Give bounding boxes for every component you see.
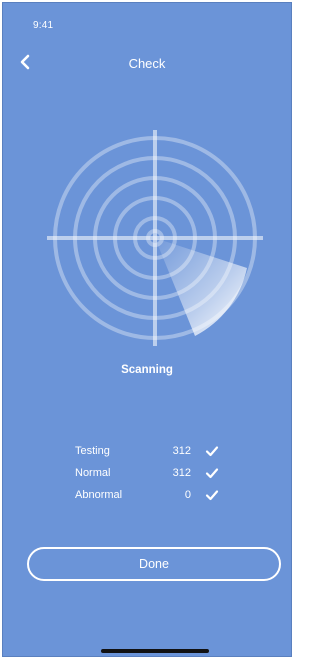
scan-status-label: Scanning bbox=[121, 364, 173, 376]
stat-row-abnormal: Abnormal 0 bbox=[75, 489, 225, 511]
stat-label: Testing bbox=[75, 445, 110, 457]
stat-row-normal: Normal 312 bbox=[75, 467, 225, 489]
stat-value: 0 bbox=[184, 489, 191, 501]
check-screen: 9:41 Check Scanning Testing 312 Normal 3… bbox=[2, 2, 292, 657]
stats-list: Testing 312 Normal 312 Abnormal 0 bbox=[75, 445, 225, 511]
check-icon bbox=[205, 468, 219, 479]
stat-label: Abnormal bbox=[75, 489, 123, 501]
stat-value: 312 bbox=[172, 445, 191, 457]
home-indicator bbox=[101, 649, 209, 653]
stat-row-testing: Testing 312 bbox=[75, 445, 225, 467]
status-bar-time: 9:41 bbox=[33, 20, 54, 31]
check-icon bbox=[205, 490, 219, 501]
done-button[interactable]: Done bbox=[27, 547, 281, 581]
stat-label: Normal bbox=[75, 467, 111, 479]
stat-value: 312 bbox=[172, 467, 191, 479]
check-icon bbox=[205, 446, 219, 457]
radar-scanner bbox=[47, 130, 263, 346]
page-title: Check bbox=[128, 56, 166, 71]
